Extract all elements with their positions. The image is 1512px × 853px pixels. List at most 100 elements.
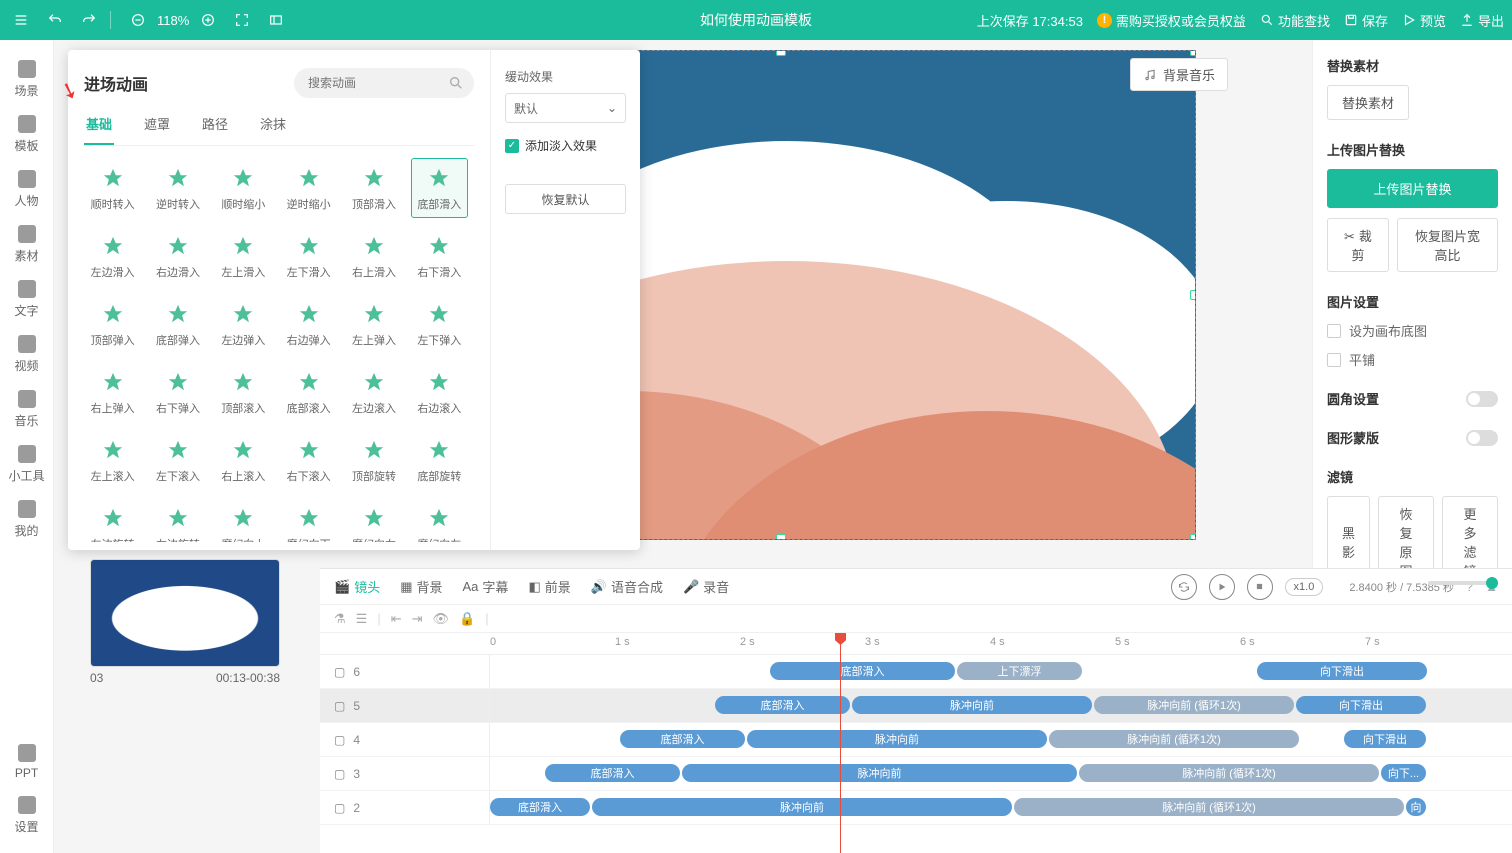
anim-顶部旋转[interactable]: 顶部旋转	[345, 430, 402, 490]
feature-find-button[interactable]: 功能查找	[1260, 11, 1330, 30]
leftrail-场景[interactable]: 场景	[0, 52, 54, 107]
mask-toggle[interactable]	[1466, 430, 1498, 446]
anim-右下滚入[interactable]: 右下滚入	[280, 430, 337, 490]
clip-area[interactable]: 底部滑入脉冲向前脉冲向前 (循环1次)向下滑出	[490, 689, 1512, 722]
clip[interactable]: 上下漂浮	[957, 662, 1082, 680]
clip[interactable]: 向下...	[1381, 764, 1426, 782]
anim-右下弹入[interactable]: 右下弹入	[149, 362, 206, 422]
anim-底部滚入[interactable]: 底部滚入	[280, 362, 337, 422]
zoom-out-button[interactable]	[125, 7, 151, 33]
anim-左上弹入[interactable]: 左上弹入	[345, 294, 402, 354]
save-button[interactable]: 保存	[1344, 11, 1388, 30]
anim-左边旋转[interactable]: 左边旋转	[84, 498, 141, 542]
leftrail-人物[interactable]: 人物	[0, 162, 54, 217]
timeline-tab-语音合成[interactable]: 🔊语音合成	[591, 577, 663, 596]
anim-右边弹入[interactable]: 右边弹入	[280, 294, 337, 354]
popup-tab-遮罩[interactable]: 遮罩	[142, 108, 172, 145]
clip[interactable]: 底部滑入	[620, 730, 745, 748]
anim-左边滑入[interactable]: 左边滑入	[84, 226, 141, 286]
clip-area[interactable]: 底部滑入脉冲向前脉冲向前 (循环1次)向下...	[490, 757, 1512, 790]
animation-search[interactable]	[294, 68, 474, 98]
scene-thumbnail[interactable]: 03 00:13-00:38	[90, 559, 280, 685]
timeline-tab-录音[interactable]: 🎤录音	[683, 577, 729, 596]
leftrail-视频[interactable]: 视频	[0, 327, 54, 382]
anim-魔幻向下[interactable]: 魔幻向下	[280, 498, 337, 542]
track-4[interactable]: ▢4底部滑入脉冲向前脉冲向前 (循环1次)向下滑出	[320, 723, 1512, 757]
corner-toggle[interactable]	[1466, 391, 1498, 407]
stop-button[interactable]	[1247, 574, 1273, 600]
anim-左上滑入[interactable]: 左上滑入	[215, 226, 272, 286]
leftrail-模板[interactable]: 模板	[0, 107, 54, 162]
search-input[interactable]	[294, 68, 474, 98]
leftrail-设置[interactable]: 设置	[0, 788, 54, 843]
anim-顶部滑入[interactable]: 顶部滑入	[345, 158, 402, 218]
anim-魔幻向左[interactable]: 魔幻向左	[411, 498, 468, 542]
clip[interactable]: 脉冲向前 (循环1次)	[1079, 764, 1379, 782]
clip[interactable]: 向下滑出	[1296, 696, 1426, 714]
anim-右边旋转[interactable]: 右边旋转	[149, 498, 206, 542]
leftrail-小工具[interactable]: 小工具	[0, 437, 54, 492]
popup-tab-涂抹[interactable]: 涂抹	[258, 108, 288, 145]
fit-screen-button[interactable]	[229, 7, 255, 33]
play-button[interactable]	[1209, 574, 1235, 600]
set-as-bg-checkbox[interactable]: 设为画布底图	[1327, 321, 1498, 340]
timeline-tab-镜头[interactable]: 🎬镜头	[334, 577, 380, 596]
anim-顺时缩小[interactable]: 顺时缩小	[215, 158, 272, 218]
clip-area[interactable]: 底部滑入上下漂浮向下滑出	[490, 655, 1512, 688]
upload-image-button[interactable]: 上传图片替换	[1327, 169, 1498, 208]
track-5[interactable]: ▢5底部滑入脉冲向前脉冲向前 (循环1次)向下滑出	[320, 689, 1512, 723]
reset-default-button[interactable]: 恢复默认	[505, 184, 626, 214]
clip[interactable]: 向下滑出	[1344, 730, 1426, 748]
anim-左下滚入[interactable]: 左下滚入	[149, 430, 206, 490]
anim-逆时缩小[interactable]: 逆时缩小	[280, 158, 337, 218]
track-2[interactable]: ▢2底部滑入脉冲向前脉冲向前 (循环1次)向	[320, 791, 1512, 825]
clip[interactable]: 脉冲向前	[682, 764, 1077, 782]
track-3[interactable]: ▢3底部滑入脉冲向前脉冲向前 (循环1次)向下...	[320, 757, 1512, 791]
anim-魔幻向上[interactable]: 魔幻向上	[215, 498, 272, 542]
anim-右下滑入[interactable]: 右下滑入	[411, 226, 468, 286]
anim-左下弹入[interactable]: 左下弹入	[411, 294, 468, 354]
aspect-button[interactable]	[263, 7, 289, 33]
list-icon[interactable]: ☰	[356, 611, 368, 627]
anim-右边滑入[interactable]: 右边滑入	[149, 226, 206, 286]
clip[interactable]: 脉冲向前	[852, 696, 1092, 714]
export-button[interactable]: 导出	[1460, 11, 1504, 30]
crop-button[interactable]: ✂裁剪	[1327, 218, 1389, 272]
zoom-slider[interactable]	[1428, 581, 1498, 585]
clip[interactable]: 底部滑入	[545, 764, 680, 782]
leftrail-PPT[interactable]: PPT	[0, 736, 54, 788]
license-warning[interactable]: !需购买授权或会员权益	[1097, 11, 1246, 30]
anim-左上滚入[interactable]: 左上滚入	[84, 430, 141, 490]
clip[interactable]: 脉冲向前	[747, 730, 1047, 748]
anim-右上弹入[interactable]: 右上弹入	[84, 362, 141, 422]
popup-tab-基础[interactable]: 基础	[84, 108, 114, 145]
playhead[interactable]	[840, 633, 841, 853]
anim-魔幻向右[interactable]: 魔幻向右	[345, 498, 402, 542]
timeline-tab-字幕[interactable]: Aa字幕	[463, 577, 509, 596]
anim-右上滑入[interactable]: 右上滑入	[345, 226, 402, 286]
replace-asset-button[interactable]: 替换素材	[1327, 85, 1409, 120]
easing-select[interactable]: 默认⌄	[505, 93, 626, 123]
clip[interactable]: 底部滑入	[715, 696, 850, 714]
clip[interactable]: 向下滑出	[1257, 662, 1427, 680]
anim-顺时转入[interactable]: 顺时转入	[84, 158, 141, 218]
clip[interactable]: 脉冲向前 (循环1次)	[1014, 798, 1404, 816]
anim-顶部弹入[interactable]: 顶部弹入	[84, 294, 141, 354]
anim-底部旋转[interactable]: 底部旋转	[411, 430, 468, 490]
timeline-ruler[interactable]: 01 s2 s3 s4 s5 s6 s7 s	[320, 633, 1512, 655]
menu-button[interactable]	[8, 7, 34, 33]
timeline-tab-前景[interactable]: ◧前景	[528, 577, 570, 596]
leftrail-音乐[interactable]: 音乐	[0, 382, 54, 437]
clip[interactable]: 脉冲向前 (循环1次)	[1049, 730, 1299, 748]
anim-底部弹入[interactable]: 底部弹入	[149, 294, 206, 354]
undo-button[interactable]	[42, 7, 68, 33]
redo-button[interactable]	[76, 7, 102, 33]
zoom-in-button[interactable]	[195, 7, 221, 33]
clip-area[interactable]: 底部滑入脉冲向前脉冲向前 (循环1次)向	[490, 791, 1512, 824]
anim-左边弹入[interactable]: 左边弹入	[215, 294, 272, 354]
clip-area[interactable]: 底部滑入脉冲向前脉冲向前 (循环1次) 向下滑出	[490, 723, 1512, 756]
anim-左边滚入[interactable]: 左边滚入	[345, 362, 402, 422]
clip[interactable]: 向	[1406, 798, 1426, 816]
speed-selector[interactable]: x1.0	[1285, 578, 1324, 596]
track-6[interactable]: ▢6底部滑入上下漂浮向下滑出	[320, 655, 1512, 689]
